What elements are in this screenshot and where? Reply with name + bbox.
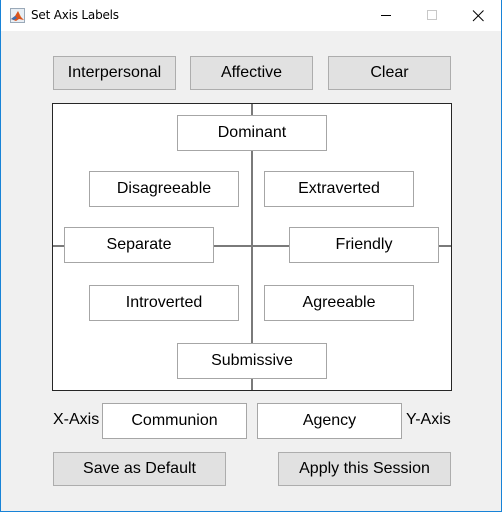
y-axis-label: Y-Axis (406, 411, 451, 428)
label-field-lower-left[interactable]: Introverted (89, 285, 239, 321)
minimize-icon (381, 15, 391, 16)
label-field-left[interactable]: Separate (64, 227, 214, 263)
label-field-upper-left[interactable]: Disagreeable (89, 171, 239, 207)
interpersonal-button[interactable]: Interpersonal (53, 56, 176, 90)
label-field-bottom[interactable]: Submissive (177, 343, 327, 379)
label-field-right[interactable]: Friendly (289, 227, 439, 263)
close-icon (472, 10, 484, 22)
set-axis-labels-window: Set Axis Labels Interpersonal Affective … (0, 0, 502, 512)
circumplex-panel: Dominant Disagreeable Extraverted Separa… (52, 103, 452, 391)
affective-button[interactable]: Affective (190, 56, 313, 90)
label-field-lower-right[interactable]: Agreeable (264, 285, 414, 321)
x-axis-label: X-Axis (53, 411, 100, 428)
title-bar[interactable]: Set Axis Labels (1, 0, 501, 31)
x-axis-field[interactable]: Communion (102, 403, 247, 439)
label-field-top[interactable]: Dominant (177, 115, 327, 151)
clear-button[interactable]: Clear (328, 56, 451, 90)
close-button[interactable] (455, 0, 501, 31)
label-field-upper-right[interactable]: Extraverted (264, 171, 414, 207)
save-as-default-button[interactable]: Save as Default (53, 452, 226, 486)
matlab-icon (10, 8, 25, 23)
window-title: Set Axis Labels (31, 8, 119, 22)
apply-this-session-button[interactable]: Apply this Session (278, 452, 451, 486)
maximize-button[interactable] (409, 0, 455, 31)
maximize-icon (427, 10, 437, 20)
minimize-button[interactable] (363, 0, 409, 31)
y-axis-field[interactable]: Agency (257, 403, 402, 439)
